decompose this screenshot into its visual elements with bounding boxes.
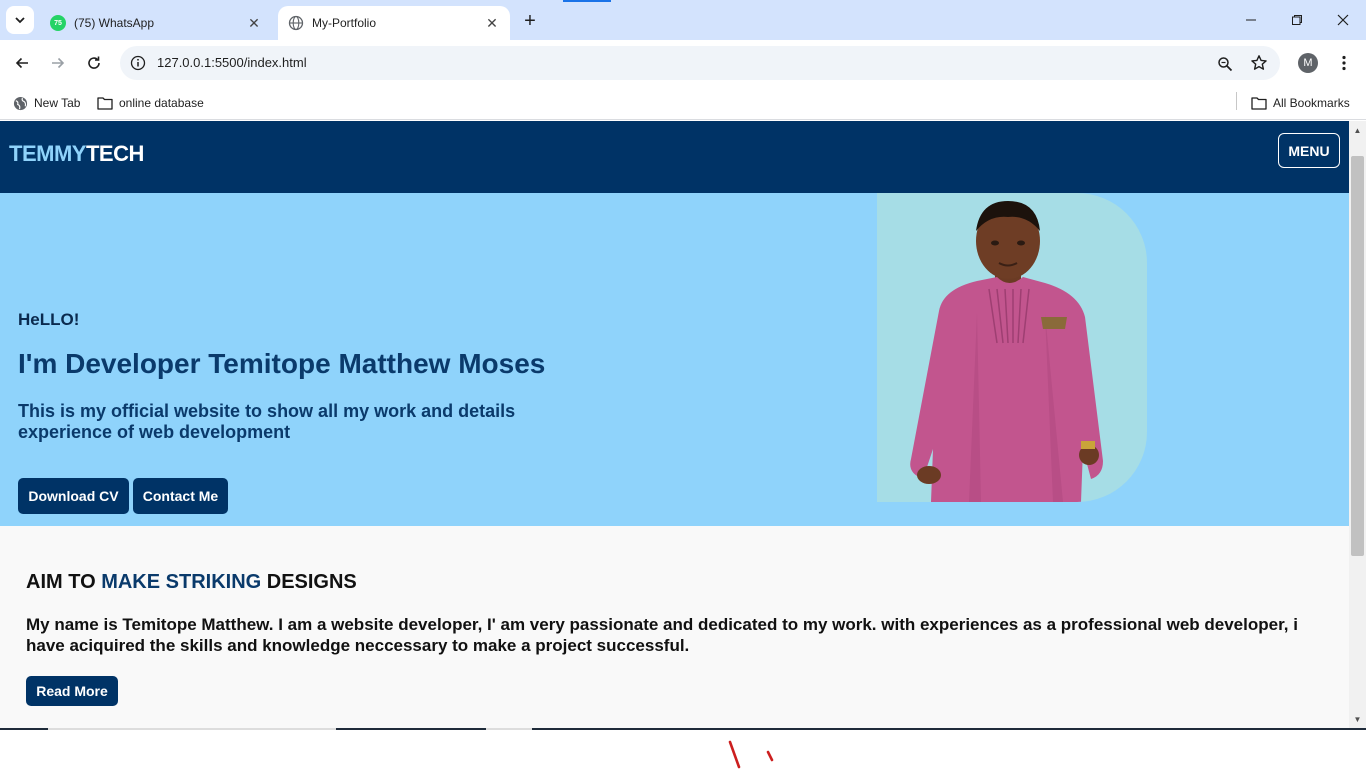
contact-me-button[interactable]: Contact Me xyxy=(133,478,228,514)
about-body: My name is Temitope Matthew. I am a webs… xyxy=(26,615,1298,655)
back-button[interactable] xyxy=(8,49,36,77)
bottom-area xyxy=(0,730,1366,769)
about-heading-start: AIM TO xyxy=(26,571,102,593)
site-info-icon[interactable] xyxy=(128,53,148,73)
about-section: AIM TO MAKE STRIKING DESIGNS My name is … xyxy=(0,526,1349,728)
restore-icon xyxy=(1292,15,1302,25)
hero-subtitle: This is my official website to show all … xyxy=(18,401,516,442)
bookmarks-separator xyxy=(1236,92,1237,110)
download-cv-button[interactable]: Download CV xyxy=(18,478,129,514)
arrow-right-icon xyxy=(52,57,65,69)
tab-my-portfolio[interactable]: My-Portfolio ✕ xyxy=(278,6,510,40)
about-heading: AIM TO MAKE STRIKING DESIGNS xyxy=(26,571,357,594)
read-more-button[interactable]: Read More xyxy=(26,676,118,706)
tab-strip: 75 (75) WhatsApp ✕ My-Portfolio ✕ + xyxy=(0,0,1366,40)
bookmark-star-icon[interactable] xyxy=(1248,52,1270,74)
url-text[interactable]: 127.0.0.1:5500/index.html xyxy=(157,55,307,70)
hero-section: HeLLO! I'm Developer Temitope Matthew Mo… xyxy=(0,193,1349,526)
restore-button[interactable] xyxy=(1274,0,1320,40)
zoom-icon[interactable] xyxy=(1214,53,1236,75)
hero-headline: I'm Developer Temitope Matthew Moses xyxy=(18,348,546,379)
folder-icon xyxy=(1251,95,1267,111)
about-heading-highlight: MAKE STRIKING xyxy=(101,571,262,593)
minimize-button[interactable] xyxy=(1228,0,1274,40)
all-bookmarks-button[interactable]: All Bookmarks xyxy=(1251,92,1350,114)
page-viewport: TEMMYTECH MENU HeLLO! I'm Developer Temi… xyxy=(0,121,1349,728)
globe-icon xyxy=(12,95,28,111)
forward-button[interactable] xyxy=(44,49,72,77)
bookmark-new-tab[interactable]: New Tab xyxy=(12,92,80,114)
logo-part-temmy: TEMMY xyxy=(9,141,86,166)
close-tab-icon[interactable]: ✕ xyxy=(246,15,262,31)
bookmark-label: online database xyxy=(119,96,204,110)
tab-search-button[interactable] xyxy=(6,6,34,34)
site-logo[interactable]: TEMMYTECH xyxy=(9,141,144,167)
chevron-down-icon xyxy=(15,17,25,24)
arrow-left-icon xyxy=(15,57,28,69)
reload-icon xyxy=(88,56,100,69)
scroll-up-icon[interactable]: ▲ xyxy=(1349,123,1366,137)
globe-icon xyxy=(288,15,304,31)
close-tab-icon[interactable]: ✕ xyxy=(484,15,500,31)
tab-title: (75) WhatsApp xyxy=(74,16,155,30)
browser-toolbar: 127.0.0.1:5500/index.html M xyxy=(0,40,1366,86)
close-icon xyxy=(1337,14,1349,26)
hero-greeting: HeLLO! xyxy=(18,310,80,329)
reload-button[interactable] xyxy=(80,49,108,77)
whatsapp-icon: 75 xyxy=(50,15,66,31)
bookmark-label: New Tab xyxy=(34,96,81,110)
more-menu-icon[interactable] xyxy=(1334,51,1354,75)
bookmark-label: All Bookmarks xyxy=(1273,96,1350,110)
about-heading-end: DESIGNS xyxy=(261,571,357,593)
scroll-down-icon[interactable]: ▼ xyxy=(1349,712,1366,726)
loading-indicator xyxy=(563,0,611,2)
folder-icon xyxy=(97,95,113,111)
new-tab-button[interactable]: + xyxy=(518,9,542,33)
logo-part-tech: TECH xyxy=(85,141,144,166)
decorative-red-strokes-icon xyxy=(728,740,774,769)
tab-whatsapp[interactable]: 75 (75) WhatsApp ✕ xyxy=(40,6,272,40)
bookmarks-bar: New Tab online database All Bookmarks xyxy=(0,86,1366,120)
close-window-button[interactable] xyxy=(1320,0,1366,40)
menu-button[interactable]: MENU xyxy=(1278,133,1340,168)
tab-title: My-Portfolio xyxy=(312,16,377,30)
address-bar[interactable]: 127.0.0.1:5500/index.html xyxy=(120,46,1280,80)
profile-photo xyxy=(877,193,1147,502)
person-portrait-image xyxy=(910,201,1103,502)
bookmark-online-database[interactable]: online database xyxy=(97,92,204,114)
profile-avatar[interactable]: M xyxy=(1298,53,1318,73)
scrollbar-thumb[interactable] xyxy=(1351,156,1364,556)
site-header: TEMMYTECH MENU xyxy=(0,121,1349,193)
minimize-icon xyxy=(1246,19,1256,21)
